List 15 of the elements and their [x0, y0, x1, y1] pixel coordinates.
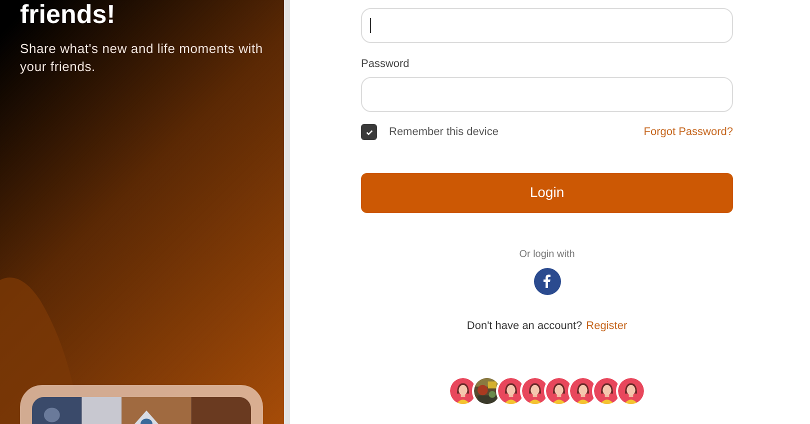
email-field[interactable] [361, 8, 733, 43]
check-icon [364, 128, 374, 137]
login-button[interactable]: Login [361, 172, 733, 212]
remember-checkbox[interactable] [361, 124, 377, 140]
hero-subtitle: Share what's new and life moments with your friends. [20, 40, 264, 76]
password-label: Password [361, 57, 410, 71]
facebook-button[interactable] [534, 268, 560, 294]
forgot-password-link[interactable]: Forgot Password? [644, 124, 733, 140]
register-prompt: Don't have an account? [466, 318, 582, 334]
password-field[interactable] [361, 77, 733, 112]
social-caption: Or login with [519, 248, 575, 262]
remember-label: Remember this device [389, 125, 498, 140]
register-link[interactable]: Register [586, 318, 628, 334]
facebook-icon [543, 274, 551, 288]
hero-title: friends! [20, 0, 116, 28]
